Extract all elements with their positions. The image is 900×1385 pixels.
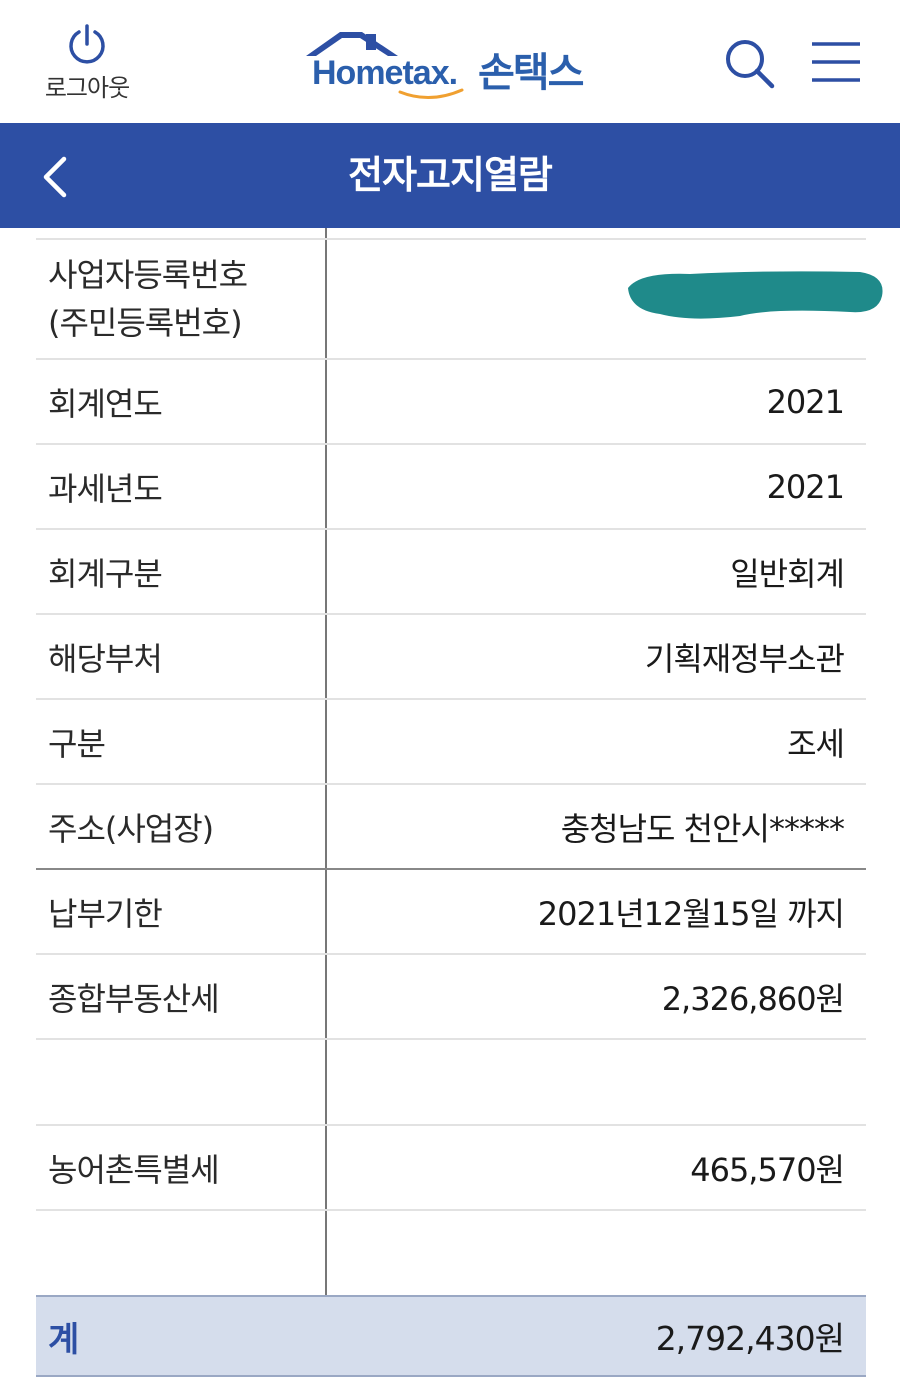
table-row: 납부기한 2021년12월15일 까지 <box>36 868 866 953</box>
menu-button[interactable] <box>810 38 862 86</box>
row-value: 일반회계 <box>730 554 845 593</box>
row-value: 2021 <box>766 382 845 421</box>
title-bar: 전자고지열람 <box>0 123 900 228</box>
row-value: 465,570원 <box>690 1150 845 1189</box>
table-row-business-registration: 사업자등록번호 (주민등록번호) <box>36 238 883 358</box>
row-label: 구분 <box>48 724 106 763</box>
row-value: 기획재정부소관 <box>644 639 845 678</box>
back-button[interactable] <box>34 153 78 201</box>
page-title: 전자고지열람 <box>348 153 553 197</box>
table-row: 해당부처 기획재정부소관 <box>36 613 866 698</box>
row-label: 과세년도 <box>48 469 163 508</box>
search-icon <box>726 40 775 89</box>
table-row: 농어촌특별세 465,570원 <box>36 1124 866 1209</box>
business-reg-label-line1: 사업자등록번호 <box>48 256 248 294</box>
business-reg-label-line2: (주민등록번호) <box>48 304 243 342</box>
row-label: 해당부처 <box>48 639 163 678</box>
row-value: 2021 <box>766 467 845 506</box>
table-row-blank <box>36 1038 866 1124</box>
top-bar: 로그아웃 Hometax. 손택스 <box>0 0 900 123</box>
hamburger-menu-icon <box>812 42 860 82</box>
hometax-logo[interactable]: Hometax. 손택스 <box>300 28 610 103</box>
row-label: 농어촌특별세 <box>48 1150 220 1189</box>
row-label: 종합부동산세 <box>48 979 220 1018</box>
row-label: 주소(사업장) <box>48 809 214 848</box>
logout-button[interactable]: 로그아웃 <box>32 22 142 102</box>
row-value: 충청남도 천안시***** <box>560 809 845 848</box>
table-row: 과세년도 2021 <box>36 443 866 528</box>
table-row-blank <box>36 1209 866 1295</box>
power-icon <box>69 24 105 64</box>
table-row: 주소(사업장) 충청남도 천안시***** <box>36 783 866 868</box>
row-label: 회계구분 <box>48 554 163 593</box>
table-row: 회계구분 일반회계 <box>36 528 866 613</box>
table-row: 종합부동산세 2,326,860원 <box>36 953 866 1038</box>
logo-korean-text: 손택스 <box>478 50 584 96</box>
table-row: 구분 조세 <box>36 698 866 783</box>
logout-label: 로그아웃 <box>44 74 130 102</box>
redaction-mark <box>628 271 883 319</box>
search-button[interactable] <box>722 36 778 92</box>
row-value: 2021년12월15일 까지 <box>537 894 845 933</box>
row-label: 납부기한 <box>48 894 163 933</box>
row-label: 회계연도 <box>48 384 163 423</box>
row-value: 조세 <box>787 724 845 763</box>
total-value: 2,792,430원 <box>655 1319 845 1358</box>
table-row-total: 계 2,792,430원 <box>36 1295 866 1377</box>
row-label: 사업자등록번호 (주민등록번호) <box>36 240 326 358</box>
notice-detail-table: 사업자등록번호 (주민등록번호) 회계연도 2021 과세년도 2021 회계구… <box>36 228 883 1377</box>
table-row: 회계연도 2021 <box>36 358 866 443</box>
row-value-redacted <box>326 240 883 358</box>
total-label: 계 <box>48 1319 79 1360</box>
logo-text: Hometax. <box>312 54 458 92</box>
chevron-left-icon <box>43 156 67 198</box>
row-value: 2,326,860원 <box>661 979 845 1018</box>
